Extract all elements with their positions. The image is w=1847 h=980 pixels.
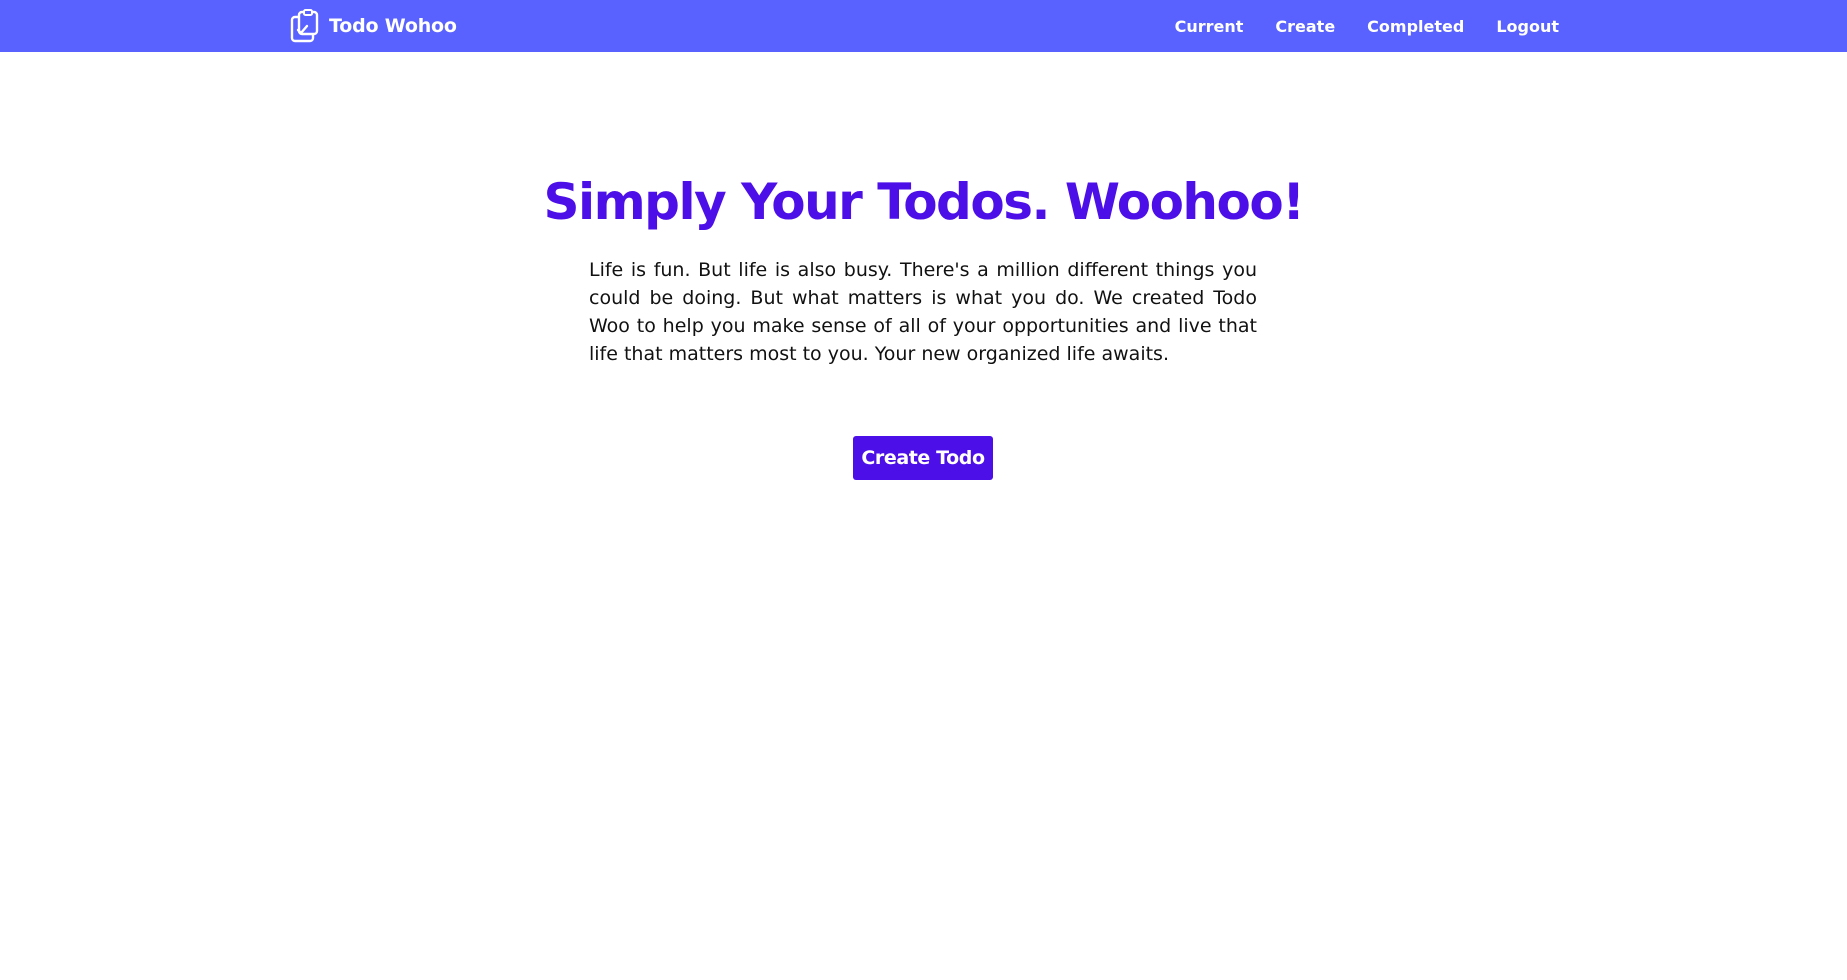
hero-description: Life is fun. But life is also busy. Ther… bbox=[589, 259, 1257, 365]
nav-link-completed[interactable]: Completed bbox=[1367, 17, 1464, 36]
brand-name: Todo Wohoo bbox=[329, 15, 457, 37]
nav-link-logout[interactable]: Logout bbox=[1496, 17, 1559, 36]
brand-link[interactable]: Todo Wohoo bbox=[289, 9, 457, 43]
create-todo-button[interactable]: Create Todo bbox=[853, 436, 993, 480]
nav-link-current[interactable]: Current bbox=[1175, 17, 1244, 36]
nav-link-create[interactable]: Create bbox=[1275, 17, 1335, 36]
top-navbar: Todo Wohoo Current Create Completed Logo… bbox=[0, 0, 1847, 52]
nav-links: Current Create Completed Logout bbox=[1143, 0, 1559, 52]
clipboard-check-icon bbox=[289, 9, 319, 43]
hero-title: Simply Your Todos. Woohoo! bbox=[543, 173, 1305, 231]
